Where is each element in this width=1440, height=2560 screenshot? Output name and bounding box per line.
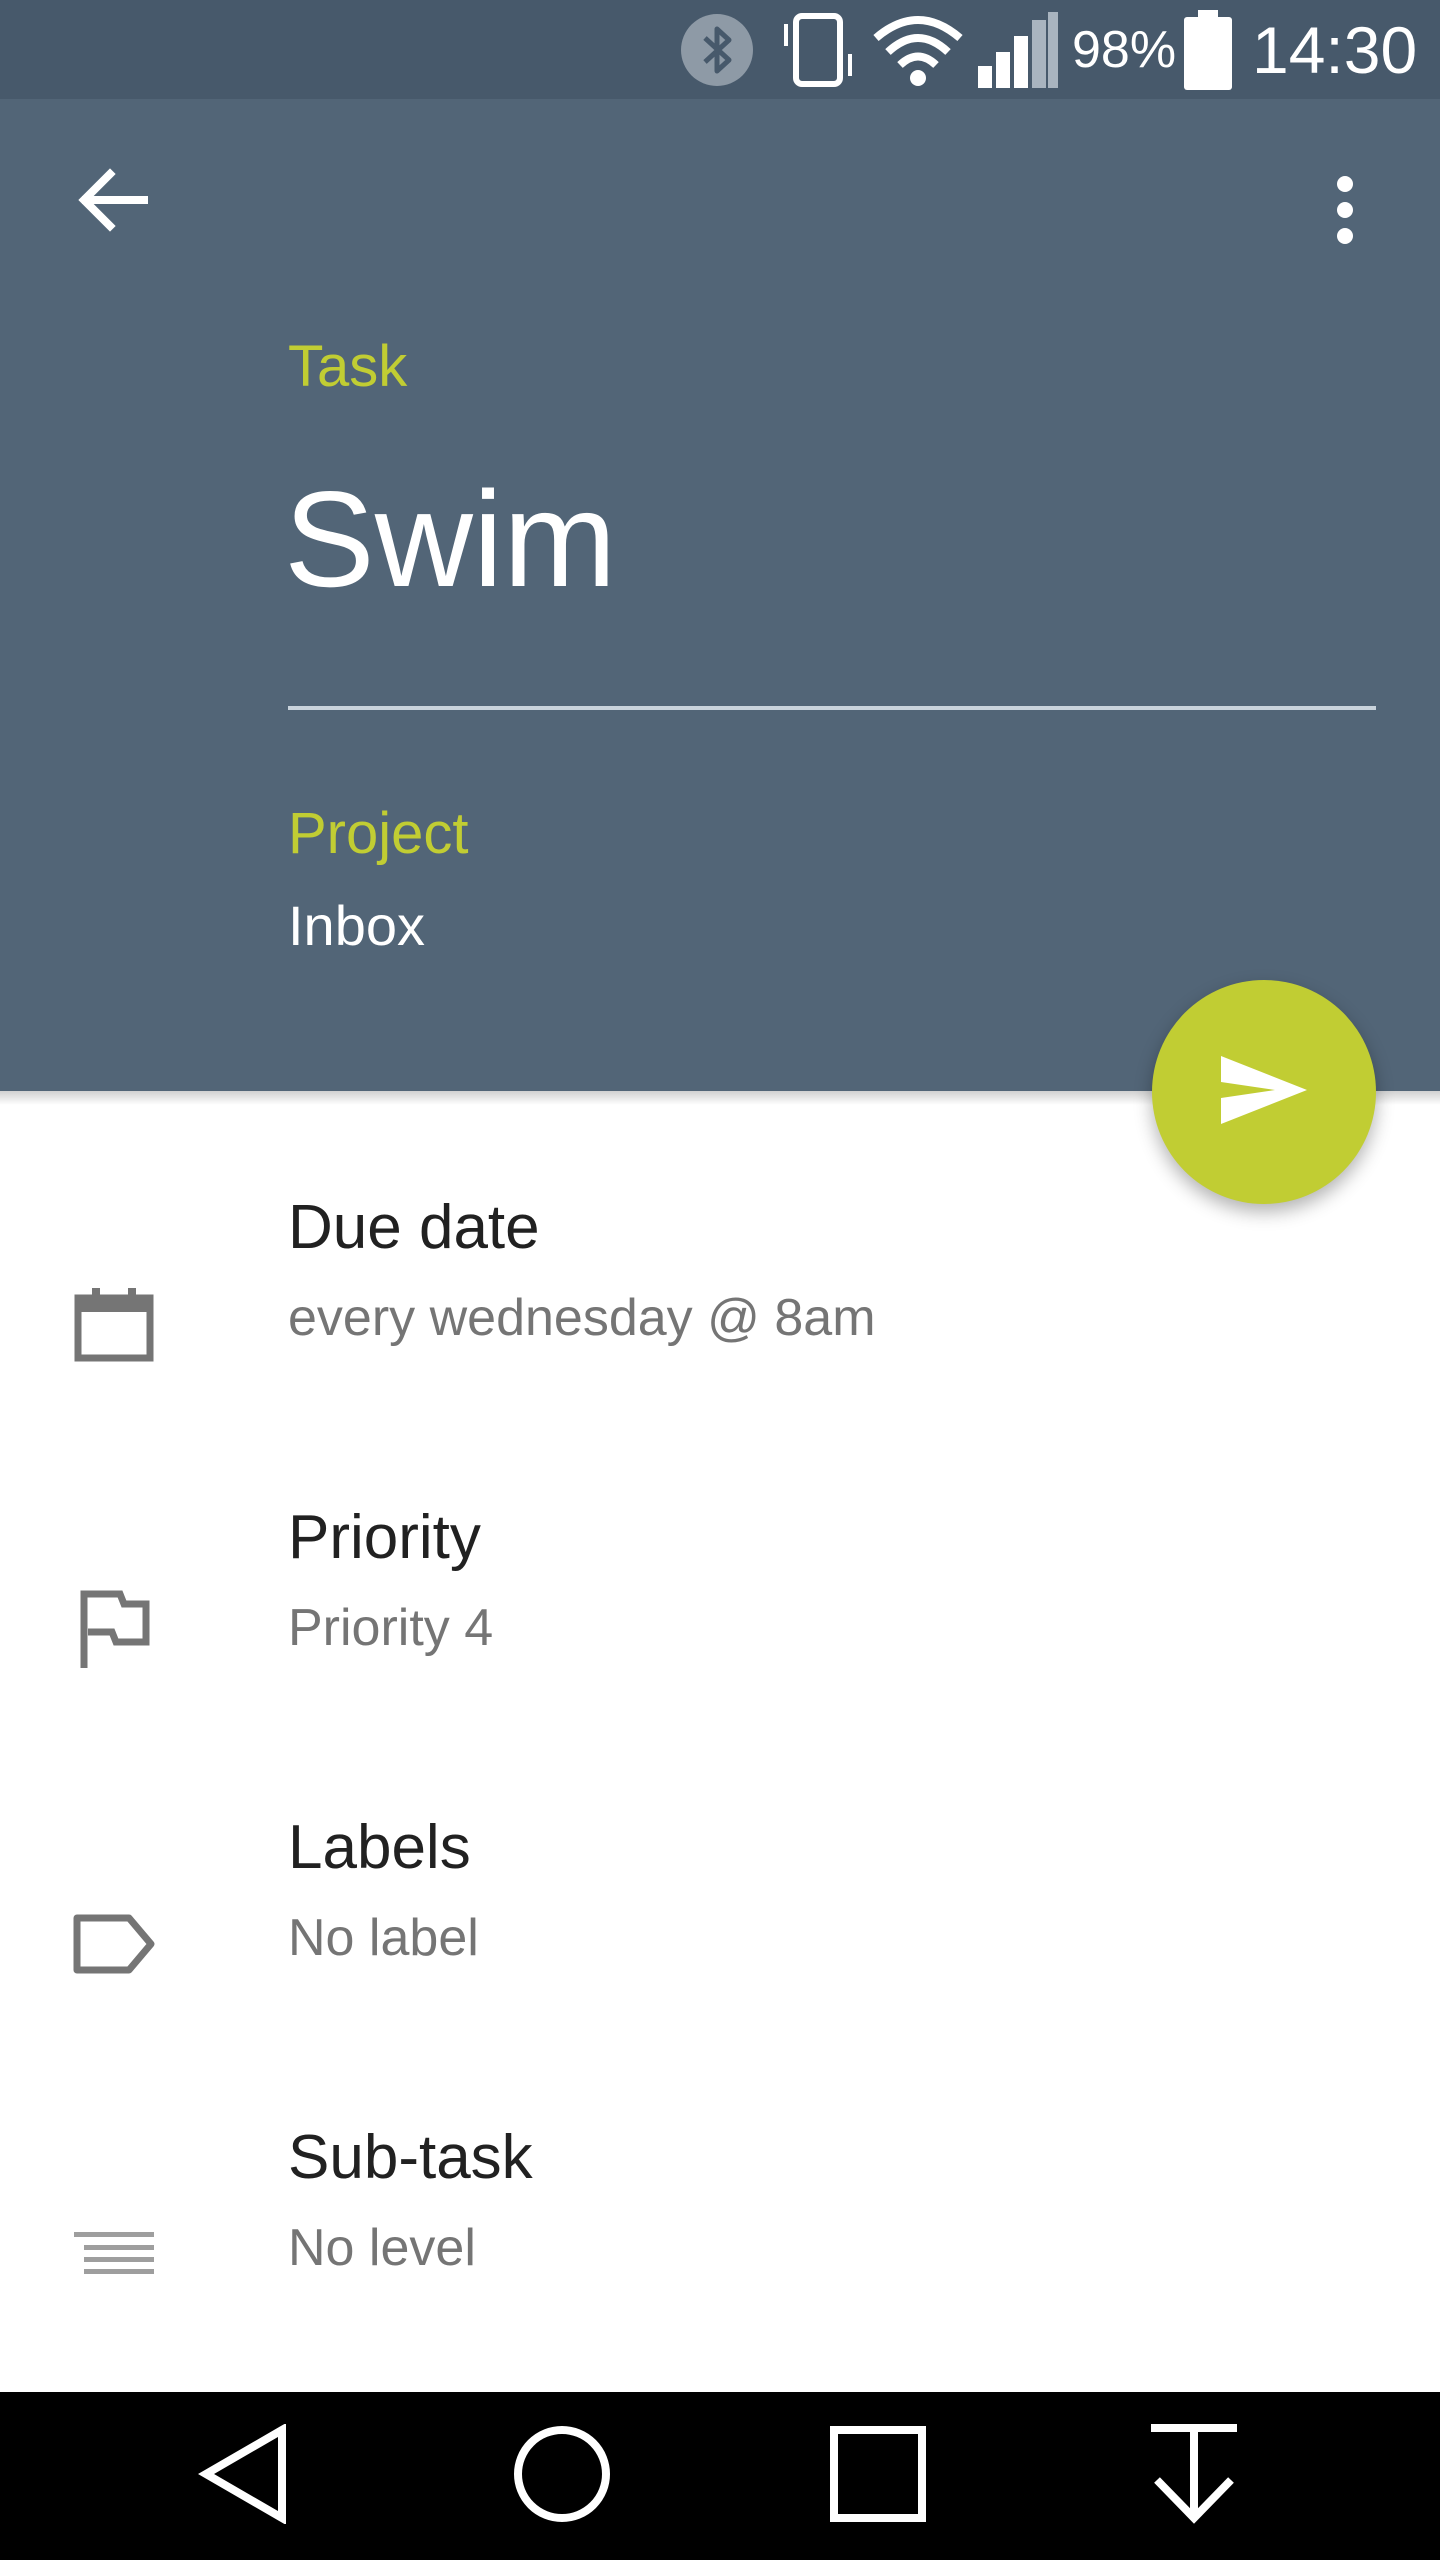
priority-row[interactable]: Priority Priority 4: [0, 1470, 1440, 1770]
nav-back-button[interactable]: [164, 2410, 324, 2542]
vibrate-icon: [778, 0, 858, 99]
priority-title: Priority: [288, 1503, 481, 1572]
task-header: [0, 99, 1440, 1091]
nav-download-button[interactable]: [1114, 2410, 1274, 2542]
nav-home-button[interactable]: [482, 2410, 642, 2542]
send-icon: [1219, 1052, 1309, 1133]
battery-percent: 98%: [1072, 20, 1177, 79]
task-label: Task: [288, 334, 408, 399]
nav-recents-button[interactable]: [798, 2410, 958, 2542]
more-options-button[interactable]: [1290, 160, 1400, 264]
signal-icon: [976, 0, 1060, 99]
subtask-title: Sub-task: [288, 2123, 533, 2192]
nav-home-icon: [512, 2424, 612, 2529]
arrow-left-icon: [76, 167, 148, 237]
battery-icon: [1182, 0, 1234, 99]
due-date-row[interactable]: Due date every wednesday @ 8am: [0, 1160, 1440, 1460]
task-input-underline: [288, 706, 1376, 710]
back-button[interactable]: [60, 150, 164, 254]
labels-value: No label: [288, 1909, 479, 1967]
calendar-icon: [62, 1272, 166, 1376]
nav-download-icon: [1149, 2423, 1239, 2529]
flag-icon: [62, 1578, 166, 1682]
task-name-input[interactable]: Swim: [284, 464, 616, 615]
labels-title: Labels: [288, 1813, 471, 1882]
due-date-title: Due date: [288, 1193, 540, 1262]
wifi-icon: [872, 0, 964, 99]
due-date-value: every wednesday @ 8am: [288, 1289, 876, 1347]
status-bar: 98% 14:30: [0, 0, 1440, 99]
navigation-bar: [0, 2392, 1440, 2560]
priority-value: Priority 4: [288, 1599, 494, 1657]
subtask-icon: [62, 2200, 166, 2304]
nav-recents-icon: [828, 2424, 928, 2529]
project-label: Project: [288, 801, 469, 866]
nav-back-icon: [196, 2422, 292, 2529]
subtask-row[interactable]: Sub-task No level: [0, 2090, 1440, 2390]
clock: 14:30: [1252, 12, 1418, 87]
project-selector[interactable]: Inbox: [288, 893, 425, 958]
more-vert-icon: [1335, 175, 1355, 250]
labels-row[interactable]: Labels No label: [0, 1780, 1440, 2080]
subtask-value: No level: [288, 2219, 476, 2277]
label-icon: [62, 1892, 166, 1996]
bluetooth-icon: [678, 0, 756, 99]
